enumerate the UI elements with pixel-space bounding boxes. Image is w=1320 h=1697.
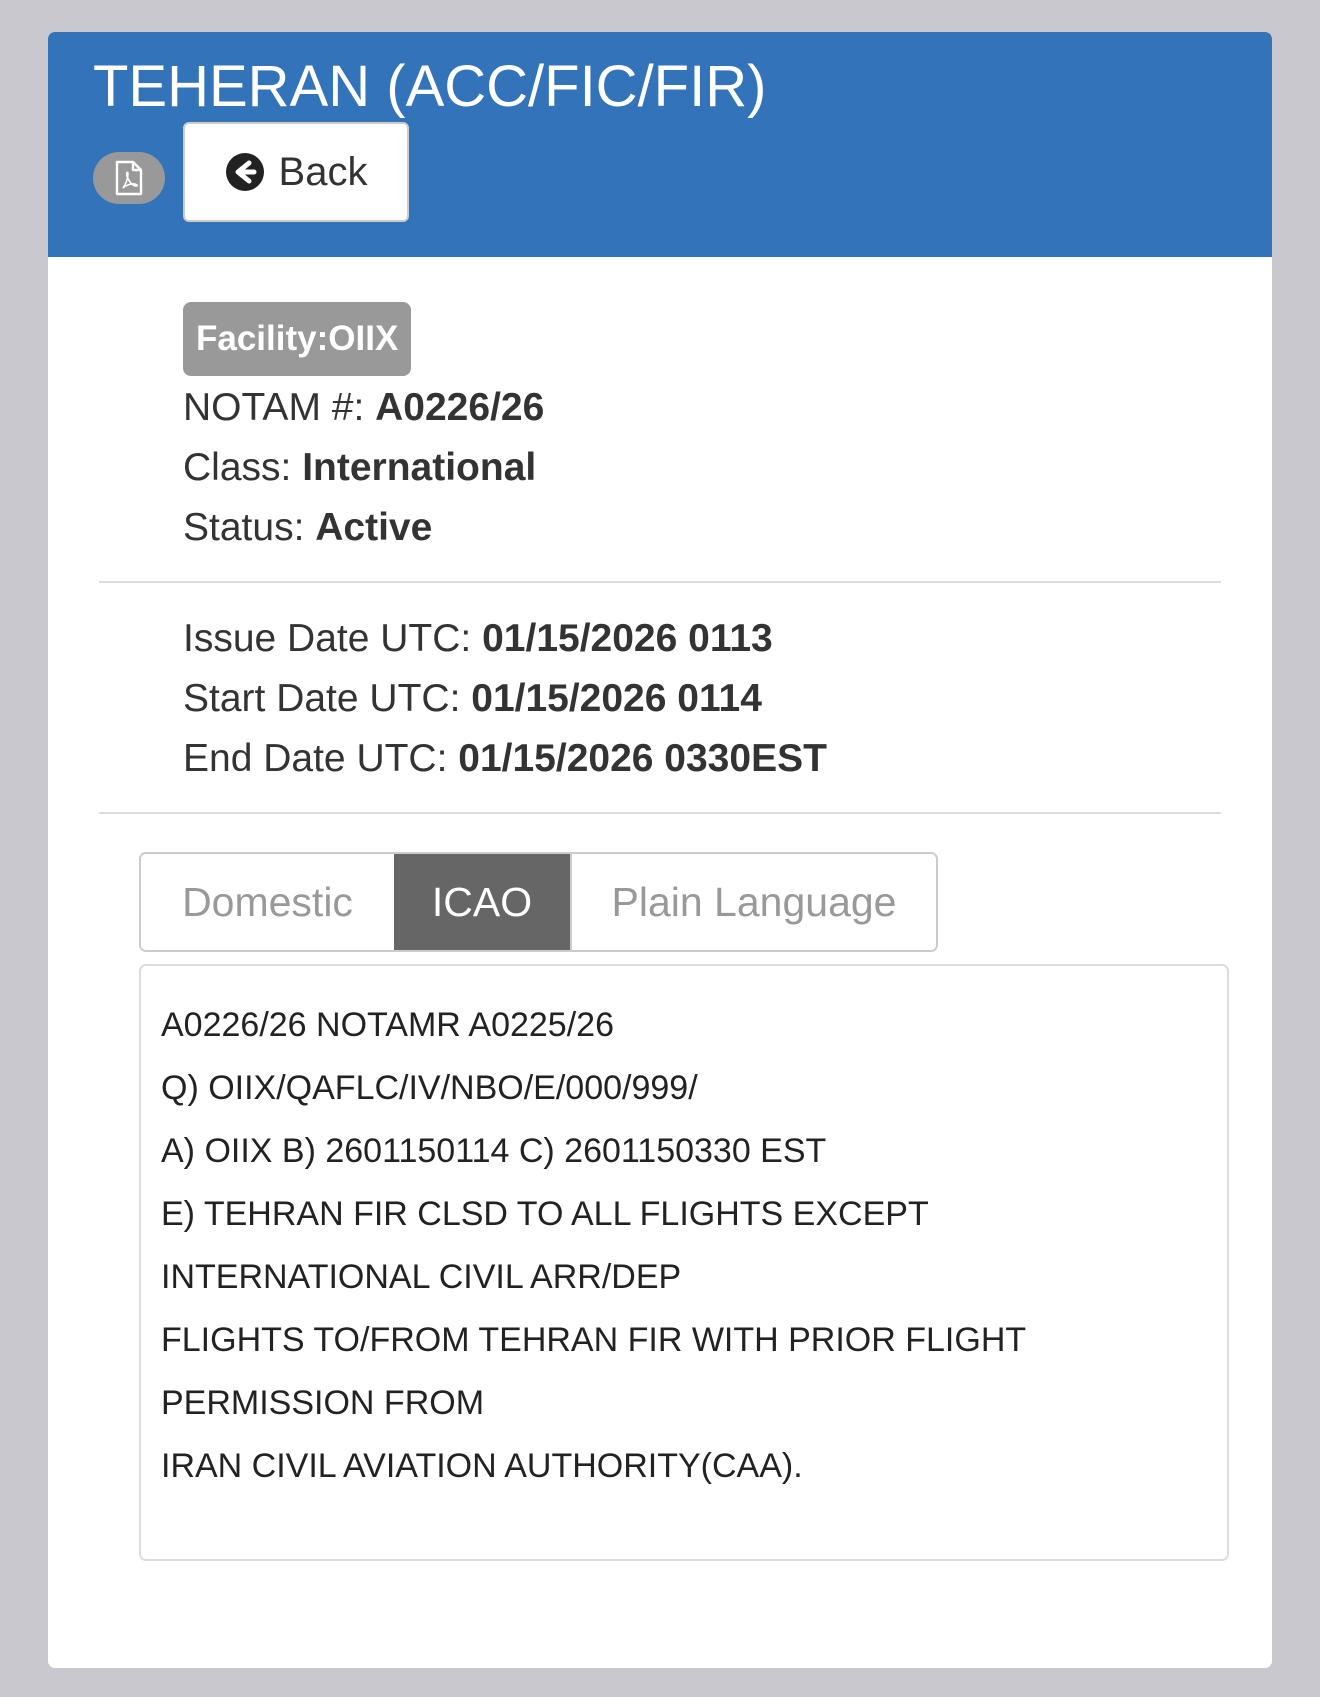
tab-icao[interactable]: ICAO [394, 854, 570, 950]
notam-text-line: INTERNATIONAL CIVIL ARR/DEP [161, 1258, 682, 1296]
tab-plain-language[interactable]: Plain Language [570, 854, 936, 950]
facility-value: OIIX [328, 319, 399, 358]
notam-number-line: NOTAM #: A0226/26 [183, 388, 544, 427]
facility-badge: Facility: OIIX [183, 302, 412, 376]
pdf-file-icon [114, 160, 144, 196]
end-date-label: End Date UTC: [183, 737, 448, 780]
notam-text-line: FLIGHTS TO/FROM TEHRAN FIR WITH PRIOR FL… [161, 1321, 1027, 1359]
class-line: Class: International [183, 448, 536, 487]
end-date-line: End Date UTC: 01/15/2026 0330EST [183, 739, 827, 778]
notam-text-line: A) OIIX B) 2601150114 C) 2601150330 EST [161, 1132, 827, 1170]
start-date-label: Start Date UTC: [183, 677, 461, 720]
section-divider [99, 581, 1221, 583]
page-title: TEHERAN (ACC/FIC/FIR) [93, 54, 767, 119]
tab-domestic[interactable]: Domestic [141, 854, 394, 950]
notam-number-value: A0226/26 [375, 386, 545, 429]
notam-text-panel: A0226/26 NOTAMR A0225/26 Q) OIIX/QAFLC/I… [139, 964, 1229, 1561]
start-date-value: 01/15/2026 0114 [471, 677, 762, 720]
issue-date-value: 01/15/2026 0113 [482, 617, 773, 660]
notam-text-line: A0226/26 NOTAMR A0225/26 [161, 1006, 614, 1044]
end-date-value: 01/15/2026 0330EST [458, 737, 827, 780]
notam-number-label: NOTAM #: [183, 386, 365, 429]
status-line: Status: Active [183, 508, 432, 547]
arrow-left-circle-icon [225, 152, 265, 192]
notam-text-line: PERMISSION FROM [161, 1384, 485, 1422]
back-button-label: Back [278, 149, 368, 194]
class-label: Class: [183, 446, 292, 489]
pdf-button[interactable] [93, 152, 165, 204]
card-header: TEHERAN (ACC/FIC/FIR) Back [48, 32, 1272, 257]
facility-label: Facility: [196, 319, 329, 358]
notam-text-line: IRAN CIVIL AVIATION AUTHORITY(CAA). [161, 1447, 803, 1485]
start-date-line: Start Date UTC: 01/15/2026 0114 [183, 679, 762, 718]
notam-text-line: Q) OIIX/QAFLC/IV/NBO/E/000/999/ [161, 1069, 698, 1107]
issue-date-line: Issue Date UTC: 01/15/2026 0113 [183, 619, 773, 658]
status-value: Active [315, 506, 433, 549]
status-label: Status: [183, 506, 305, 549]
section-divider [99, 812, 1221, 814]
notam-card: TEHERAN (ACC/FIC/FIR) Back Facility: OII… [48, 32, 1272, 1668]
back-button[interactable]: Back [183, 122, 409, 222]
notam-text-line: E) TEHRAN FIR CLSD TO ALL FLIGHTS EXCEPT [161, 1195, 929, 1233]
class-value: International [302, 446, 537, 489]
issue-date-label: Issue Date UTC: [183, 617, 472, 660]
format-tabs: Domestic ICAO Plain Language [139, 852, 938, 952]
